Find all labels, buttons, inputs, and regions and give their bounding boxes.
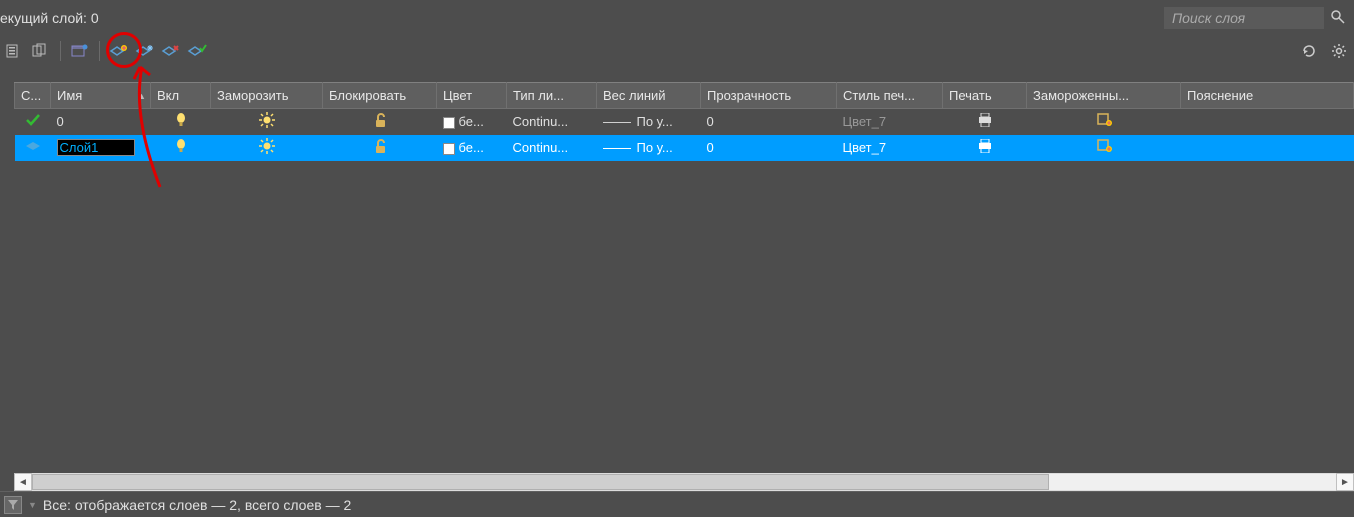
plotstyle-cell[interactable]: Цвет_7 [837,135,943,161]
settings-icon[interactable] [1328,40,1350,62]
lineweight-label: По у... [637,114,673,129]
col-status[interactable]: С... [15,83,51,109]
status-bar: ▼ Все: отображается слоев — 2, всего сло… [0,491,1354,517]
col-freeze[interactable]: Заморозить [211,83,323,109]
search-input[interactable] [1164,7,1324,29]
lineweight-sample [603,148,631,149]
delete-layer-icon[interactable] [160,40,182,62]
layer-name: 0 [57,114,64,129]
col-plotstyle[interactable]: Стиль печ... [837,83,943,109]
layer-name-input[interactable] [57,139,135,156]
filter-toggle-icon[interactable] [4,496,22,514]
search-icon[interactable] [1330,9,1346,28]
lock-open-icon [372,142,388,157]
col-vpfreeze[interactable]: Замороженны... [1027,83,1181,109]
name-cell[interactable] [51,135,151,161]
layer-state-icon[interactable] [69,40,91,62]
lock-cell[interactable] [323,109,437,135]
lock-open-icon [372,116,388,131]
table-row[interactable]: бе... Continu... По у... 0Цвет_7 [15,135,1354,161]
lineweight-cell[interactable]: По у... [597,109,701,135]
printer-icon [977,115,993,130]
vpfreeze-icon [1097,141,1113,156]
color-cell[interactable]: бе... [437,109,507,135]
col-lock[interactable]: Блокировать [323,83,437,109]
status-text: Все: отображается слоев — 2, всего слоев… [43,497,351,513]
scroll-track[interactable] [32,473,1336,491]
table-row[interactable]: 0бе...Continu...По у...0Цвет_7 [15,109,1354,135]
lineweight-sample [603,122,631,123]
status-cell[interactable] [15,135,51,161]
bulb-icon [174,116,188,131]
color-cell[interactable]: бе... [437,135,507,161]
header-bar: екущий слой: 0 [0,0,1354,36]
description-cell[interactable] [1181,109,1354,135]
transparency-cell[interactable]: 0 [701,135,837,161]
description-cell[interactable] [1181,135,1354,161]
vpfreeze-cell[interactable] [1027,109,1181,135]
col-name[interactable]: Имя▲ [51,83,151,109]
new-layer-icon[interactable] [108,40,130,62]
col-description[interactable]: Пояснение [1181,83,1354,109]
on-cell[interactable] [151,109,211,135]
printer-icon [977,141,993,156]
plot-cell[interactable] [943,135,1027,161]
current-layer-label: екущий слой: 0 [0,10,99,26]
scroll-right-icon[interactable]: ► [1336,473,1354,491]
sun-icon [259,116,275,131]
vpfreeze-icon [1097,115,1113,130]
freeze-cell[interactable] [211,135,323,161]
color-swatch [443,143,455,155]
name-cell[interactable]: 0 [51,109,151,135]
color-label: бе... [459,114,484,129]
layers-table: С... Имя▲ Вкл Заморозить Блокировать Цве… [14,82,1354,161]
color-label: бе... [459,140,484,155]
horizontal-scrollbar[interactable]: ◄ ► [14,473,1354,491]
toolbar [0,36,1354,66]
linetype-cell[interactable]: Continu... [507,109,597,135]
plotstyle-cell[interactable]: Цвет_7 [837,109,943,135]
refresh-icon[interactable] [1298,40,1320,62]
col-transparency[interactable]: Прозрачность [701,83,837,109]
sort-asc-icon: ▲ [137,91,146,101]
plot-cell[interactable] [943,109,1027,135]
col-color[interactable]: Цвет [437,83,507,109]
col-plot[interactable]: Печать [943,83,1027,109]
vpfreeze-cell[interactable] [1027,135,1181,161]
lineweight-label: По у... [637,140,673,155]
chevron-down-icon[interactable]: ▼ [28,500,37,510]
status-cell[interactable] [15,109,51,135]
color-swatch [443,117,455,129]
col-on[interactable]: Вкл [151,83,211,109]
filter-properties-icon[interactable] [4,40,26,62]
sun-icon [259,142,275,157]
filter-group-icon[interactable] [30,40,52,62]
new-layer-vpfrozen-icon[interactable] [134,40,156,62]
freeze-cell[interactable] [211,109,323,135]
col-lineweight[interactable]: Вес линий [597,83,701,109]
transparency-cell[interactable]: 0 [701,109,837,135]
lock-cell[interactable] [323,135,437,161]
linetype-cell[interactable]: Continu... [507,135,597,161]
lineweight-cell[interactable]: По у... [597,135,701,161]
bulb-icon [174,142,188,157]
layers-table-area: С... Имя▲ Вкл Заморозить Блокировать Цве… [14,82,1354,473]
col-linetype[interactable]: Тип ли... [507,83,597,109]
set-current-icon[interactable] [186,40,208,62]
scroll-left-icon[interactable]: ◄ [14,473,32,491]
table-header-row: С... Имя▲ Вкл Заморозить Блокировать Цве… [15,83,1354,109]
on-cell[interactable] [151,135,211,161]
scroll-thumb[interactable] [32,474,1049,490]
